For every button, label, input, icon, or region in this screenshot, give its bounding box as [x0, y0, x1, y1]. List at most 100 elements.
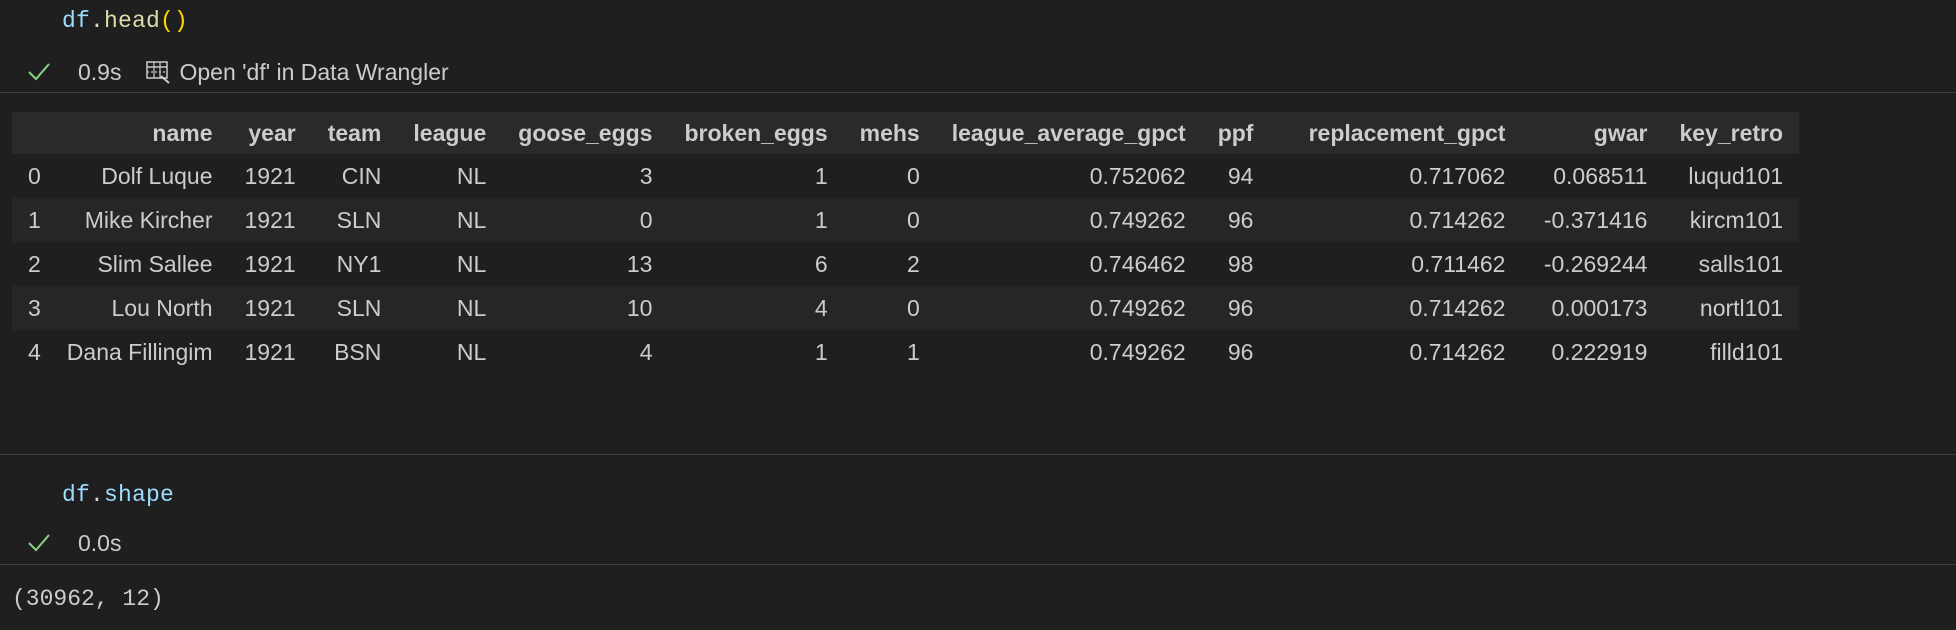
code-dot: .	[90, 482, 105, 508]
table-cell: 0.222919	[1521, 330, 1664, 374]
column-header: year	[228, 112, 312, 154]
table-cell: 1	[668, 154, 844, 198]
table-cell: Lou North	[50, 286, 229, 330]
check-icon	[24, 528, 54, 558]
table-cell: NL	[397, 242, 503, 286]
table-cell: 13	[502, 242, 669, 286]
table-cell: 0.746462	[935, 242, 1202, 286]
table-cell: 0.752062	[935, 154, 1202, 198]
table-cell: 0.717062	[1269, 154, 1522, 198]
column-header: broken_eggs	[668, 112, 844, 154]
table-cell: 0.714262	[1269, 286, 1522, 330]
table-cell: 1	[843, 330, 936, 374]
table-cell: NL	[397, 154, 503, 198]
cell-1-code[interactable]: df.head()	[62, 8, 188, 34]
table-cell: Mike Kircher	[50, 198, 229, 242]
column-header: team	[311, 112, 398, 154]
table-cell: 0.749262	[935, 198, 1202, 242]
table-cell: CIN	[311, 154, 398, 198]
cell-2-status: 0.0s	[24, 526, 145, 560]
table-cell: 96	[1201, 330, 1270, 374]
table-cell: NL	[397, 198, 503, 242]
table-cell: 3	[502, 154, 669, 198]
table-cell: -0.269244	[1521, 242, 1664, 286]
check-icon	[24, 57, 54, 87]
column-header: mehs	[843, 112, 936, 154]
table-cell: 0.749262	[935, 286, 1202, 330]
table-cell: 1921	[228, 330, 312, 374]
table-cell: Slim Sallee	[50, 242, 229, 286]
column-header: replacement_gpct	[1269, 112, 1522, 154]
table-cell: 98	[1201, 242, 1270, 286]
table-cell: 0	[843, 286, 936, 330]
table-row: 3 Lou North 1921 SLN NL 10 4 0 0.749262 …	[12, 286, 1800, 330]
code-dot: .	[90, 8, 105, 34]
table-cell: 1921	[228, 242, 312, 286]
column-header: key_retro	[1663, 112, 1800, 154]
table-cell: 1921	[228, 286, 312, 330]
shape-output: (30962, 12)	[12, 586, 164, 612]
table-cell: nortl101	[1663, 286, 1800, 330]
table-row: 2 Slim Sallee 1921 NY1 NL 13 6 2 0.74646…	[12, 242, 1800, 286]
table-cell: luqud101	[1663, 154, 1800, 198]
code-variable: df	[62, 8, 91, 34]
table-cell: 0.000173	[1521, 286, 1664, 330]
column-header: league	[397, 112, 503, 154]
column-header: goose_eggs	[502, 112, 669, 154]
row-index: 1	[12, 198, 51, 242]
table-cell: SLN	[311, 286, 398, 330]
table-cell: 0	[843, 154, 936, 198]
dataframe-table: name year team league goose_eggs broken_…	[12, 112, 1800, 374]
execution-duration: 0.9s	[78, 58, 122, 85]
code-parens: ()	[160, 8, 189, 34]
table-cell: 0	[843, 198, 936, 242]
table-cell: SLN	[311, 198, 398, 242]
row-index: 3	[12, 286, 51, 330]
table-cell: 0	[502, 198, 669, 242]
table-row: 0 Dolf Luque 1921 CIN NL 3 1 0 0.752062 …	[12, 154, 1800, 198]
cell-2-code[interactable]: df.shape	[62, 482, 174, 508]
table-cell: NY1	[311, 242, 398, 286]
table-cell: 6	[668, 242, 844, 286]
table-cell: 0.714262	[1269, 198, 1522, 242]
table-cell: filld101	[1663, 330, 1800, 374]
index-header	[12, 112, 51, 154]
row-index: 4	[12, 330, 51, 374]
table-cell: NL	[397, 286, 503, 330]
code-variable: df	[62, 482, 91, 508]
table-cell: 1921	[228, 154, 312, 198]
table-cell: 4	[668, 286, 844, 330]
table-cell: 2	[843, 242, 936, 286]
table-cell: 96	[1201, 198, 1270, 242]
open-data-wrangler-label: Open 'df' in Data Wrangler	[179, 58, 449, 85]
data-wrangler-icon	[145, 59, 173, 85]
table-cell: 1921	[228, 198, 312, 242]
table-cell: -0.371416	[1521, 198, 1664, 242]
output-divider-2	[0, 564, 1956, 565]
cell-1-status: 0.9s Open 'df' in Data Wrangler	[24, 55, 449, 89]
execution-duration: 0.0s	[78, 529, 122, 556]
table-cell: 0.711462	[1269, 242, 1522, 286]
cell-1-output: name year team league goose_eggs broken_…	[0, 92, 1956, 454]
code-function: head	[104, 8, 161, 34]
table-cell: 10	[502, 286, 669, 330]
table-cell: 94	[1201, 154, 1270, 198]
open-data-wrangler-link[interactable]: Open 'df' in Data Wrangler	[145, 58, 449, 86]
table-cell: 0.714262	[1269, 330, 1522, 374]
table-cell: Dolf Luque	[50, 154, 229, 198]
table-row: 1 Mike Kircher 1921 SLN NL 0 1 0 0.74926…	[12, 198, 1800, 242]
table-cell: salls101	[1663, 242, 1800, 286]
row-index: 2	[12, 242, 51, 286]
column-header: gwar	[1521, 112, 1664, 154]
table-cell: 1	[668, 330, 844, 374]
table-row: 4 Dana Fillingim 1921 BSN NL 4 1 1 0.749…	[12, 330, 1800, 374]
table-header-row: name year team league goose_eggs broken_…	[12, 112, 1800, 154]
table-cell: 96	[1201, 286, 1270, 330]
column-header: name	[50, 112, 229, 154]
table-cell: 0.068511	[1521, 154, 1664, 198]
notebook: df.head() 0.9s Open 'df' in Data Wrangle…	[0, 0, 1956, 630]
row-index: 0	[12, 154, 51, 198]
cell-separator	[0, 454, 1956, 455]
table-cell: Dana Fillingim	[50, 330, 229, 374]
code-attribute: shape	[104, 482, 175, 508]
